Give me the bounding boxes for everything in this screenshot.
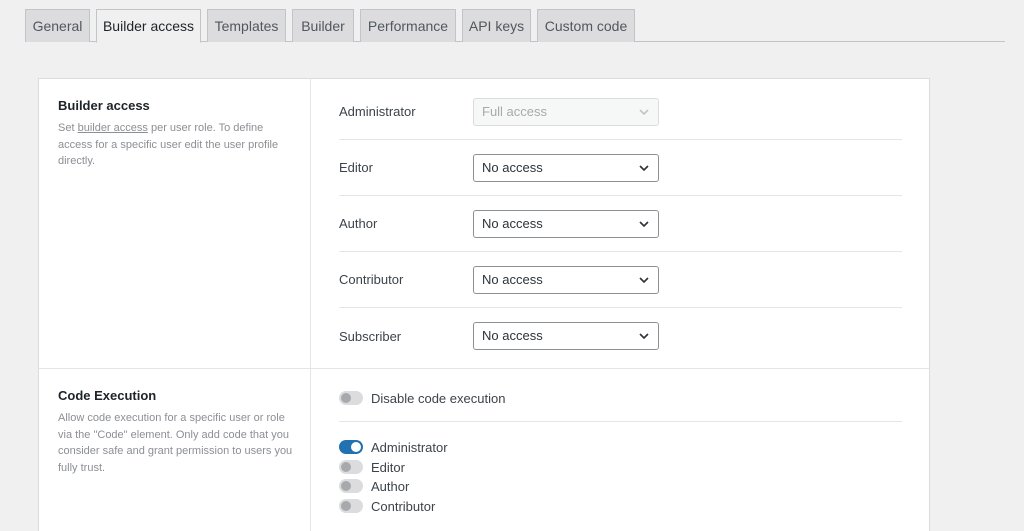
toggle-knob — [341, 481, 351, 491]
access-select-subscriber[interactable]: No access — [473, 322, 659, 350]
desc-prefix: Set — [58, 122, 78, 134]
toggle-label: Editor — [371, 459, 405, 475]
role-row-editor: Editor No access — [339, 140, 902, 196]
code-execution-description: Allow code execution for a specific user… — [58, 412, 293, 474]
builder-access-link[interactable]: builder access — [78, 122, 148, 134]
select-value: No access — [482, 272, 543, 287]
code-role-toggle-editor[interactable]: Editor — [339, 458, 405, 476]
toggle-label: Disable code execution — [371, 390, 506, 406]
chevron-down-icon — [639, 109, 649, 116]
role-label: Editor — [339, 160, 373, 175]
access-select-contributor[interactable]: No access — [473, 266, 659, 294]
role-row-administrator: Administrator Full access — [339, 84, 902, 140]
role-row-subscriber: Subscriber No access — [339, 308, 902, 364]
role-label: Administrator — [339, 104, 416, 119]
toggle-label: Administrator — [371, 439, 448, 455]
select-value: Full access — [482, 104, 548, 119]
code-role-toggle-administrator[interactable]: Administrator — [339, 438, 448, 456]
access-select-editor[interactable]: No access — [473, 154, 659, 182]
select-value: No access — [482, 160, 543, 175]
tab-builder[interactable]: Builder — [292, 9, 354, 42]
chevron-down-icon — [639, 165, 649, 172]
settings-tabs: General Builder access Templates Builder… — [25, 9, 1005, 43]
code-role-toggle-contributor[interactable]: Contributor — [339, 497, 435, 515]
access-select-administrator: Full access — [473, 98, 659, 126]
role-row-contributor: Contributor No access — [339, 252, 902, 308]
toggle-knob — [341, 501, 351, 511]
role-label: Contributor — [339, 272, 404, 287]
disable-code-execution-toggle[interactable]: Disable code execution — [339, 389, 505, 407]
select-value: No access — [482, 328, 543, 343]
toggle-switch[interactable] — [339, 460, 363, 474]
settings-panel: Builder access Set builder access per us… — [38, 78, 930, 531]
tab-custom-code[interactable]: Custom code — [537, 9, 635, 42]
code-role-toggle-author[interactable]: Author — [339, 477, 409, 495]
tab-templates[interactable]: Templates — [207, 9, 286, 42]
builder-access-description: Set builder access per user role. To def… — [58, 120, 293, 170]
chevron-down-icon — [639, 277, 649, 284]
toggle-switch[interactable] — [339, 479, 363, 493]
toggle-knob — [351, 442, 361, 452]
tab-performance[interactable]: Performance — [360, 9, 456, 42]
toggle-label: Contributor — [371, 498, 436, 514]
tab-builder-access[interactable]: Builder access — [96, 9, 201, 43]
column-divider — [310, 79, 311, 531]
access-select-author[interactable]: No access — [473, 210, 659, 238]
chevron-down-icon — [639, 333, 649, 340]
toggle-knob — [341, 393, 351, 403]
role-label: Author — [339, 216, 378, 231]
tab-general[interactable]: General — [25, 9, 90, 42]
builder-access-title: Builder access — [58, 98, 150, 113]
code-execution-title: Code Execution — [58, 388, 157, 403]
chevron-down-icon — [639, 221, 649, 228]
role-row-author: Author No access — [339, 196, 902, 252]
toggle-knob — [341, 462, 351, 472]
toggle-switch[interactable] — [339, 440, 363, 454]
toggle-label: Author — [371, 478, 410, 494]
code-execution-divider — [339, 421, 902, 422]
select-value: No access — [482, 216, 543, 231]
section-divider — [39, 368, 929, 369]
toggle-switch[interactable] — [339, 391, 363, 405]
tab-api-keys[interactable]: API keys — [462, 9, 531, 42]
role-label: Subscriber — [339, 328, 402, 344]
toggle-switch[interactable] — [339, 499, 363, 513]
